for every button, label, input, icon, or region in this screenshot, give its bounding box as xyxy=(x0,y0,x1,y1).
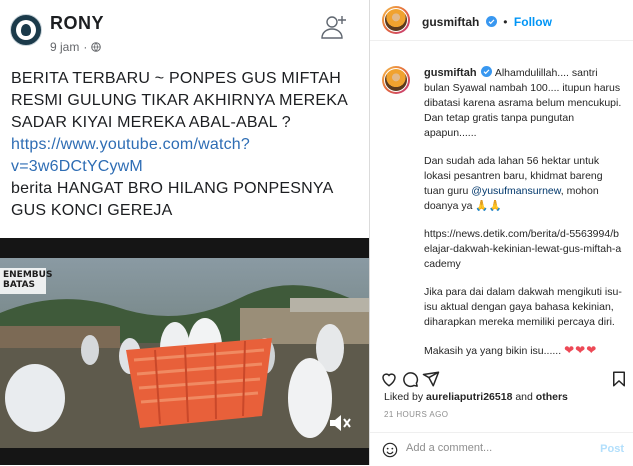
facebook-post-header: RONY 9 jam · xyxy=(0,0,369,60)
comment-icon[interactable] xyxy=(401,370,419,388)
caption-paragraph-5: Makasih ya yang bikin isu...... ❤❤❤ xyxy=(424,343,624,359)
mute-icon xyxy=(330,415,351,431)
facebook-video-thumbnail: ENEMBUS BATAS xyxy=(0,238,369,465)
meta-separator: · xyxy=(83,40,88,54)
heart-emojis: ❤❤❤ xyxy=(564,343,598,357)
header-username[interactable]: gusmiftah xyxy=(422,15,479,29)
facebook-author-name: RONY xyxy=(50,13,105,33)
facebook-post-text: BERITA TERBARU ~ PONPES GUS MIFTAH RESMI… xyxy=(11,68,361,222)
video-watermark: ENEMBUS BATAS xyxy=(0,268,53,294)
add-friend-icon xyxy=(321,16,346,39)
comment-bar: Post xyxy=(370,432,633,466)
liked-others[interactable]: others xyxy=(536,391,568,403)
mention-link[interactable]: @yusufmansurnew xyxy=(471,185,560,197)
header-user-row: gusmiftah • Follow xyxy=(422,13,552,31)
caption-paragraph-4: Jika para dai dalam dakwah mengikuti isu… xyxy=(424,286,622,328)
liked-by-line: Liked by aureliaputri26518 and others xyxy=(384,391,568,403)
caption-text: gusmiftah Alhamdulillah.... santri bulan… xyxy=(424,66,624,359)
comment-input[interactable] xyxy=(406,442,586,454)
follow-button[interactable]: Follow xyxy=(514,15,552,29)
profile-avatar[interactable] xyxy=(382,6,410,34)
smiley-icon[interactable] xyxy=(382,442,398,458)
heart-icon[interactable] xyxy=(380,370,398,388)
video-watermark-top: ENEMBUS xyxy=(3,270,53,280)
caption-text-5: Makasih ya yang bikin isu...... xyxy=(424,345,562,357)
verified-badge-icon xyxy=(485,16,497,27)
facebook-post-time: 9 jam xyxy=(50,40,80,54)
facebook-post-screenshot: RONY 9 jam · BERITA TERBARU ~ PONPES GUS… xyxy=(0,0,370,465)
facebook-post-meta: 9 jam · xyxy=(50,40,102,54)
caption-paragraph-1: gusmiftah Alhamdulillah.... santri bulan… xyxy=(424,66,624,141)
header-dot: • xyxy=(503,15,508,29)
facebook-avatar xyxy=(10,14,42,46)
liked-prefix: Liked by xyxy=(384,391,427,403)
verified-badge-icon xyxy=(481,66,493,77)
caption-area: gusmiftah Alhamdulillah.... santri bulan… xyxy=(370,56,633,364)
video-watermark-bottom: BATAS xyxy=(3,280,36,290)
post-comment-button[interactable]: Post xyxy=(600,443,624,455)
facebook-post-link: https://www.youtube.com/watch?v=3w6DCtYC… xyxy=(11,136,250,175)
globe-icon xyxy=(91,42,102,52)
caption-paragraph-3: https://news.detik.com/berita/d-5563994/… xyxy=(424,228,622,270)
caption-paragraph-2: Dan sudah ada lahan 56 hektar untuk loka… xyxy=(424,154,624,214)
instagram-post-header: gusmiftah • Follow xyxy=(370,0,633,41)
share-icon[interactable] xyxy=(422,370,440,388)
facebook-post-headline: BERITA TERBARU ~ PONPES GUS MIFTAH RESMI… xyxy=(11,70,348,131)
action-bar xyxy=(370,368,633,390)
post-timestamp[interactable]: 21 HOURS AGO xyxy=(384,410,448,419)
caption-avatar[interactable] xyxy=(382,66,410,94)
caption-username[interactable]: gusmiftah xyxy=(424,67,477,79)
bookmark-icon[interactable] xyxy=(610,370,628,388)
instagram-panel: gusmiftah • Follow gusmiftah Alhamdulill… xyxy=(370,0,633,465)
facebook-post-subline: berita HANGAT BRO HILANG PONPESNYA GUS K… xyxy=(11,180,333,219)
liked-user[interactable]: aureliaputri26518 xyxy=(426,391,512,403)
liked-mid: and xyxy=(512,391,536,403)
